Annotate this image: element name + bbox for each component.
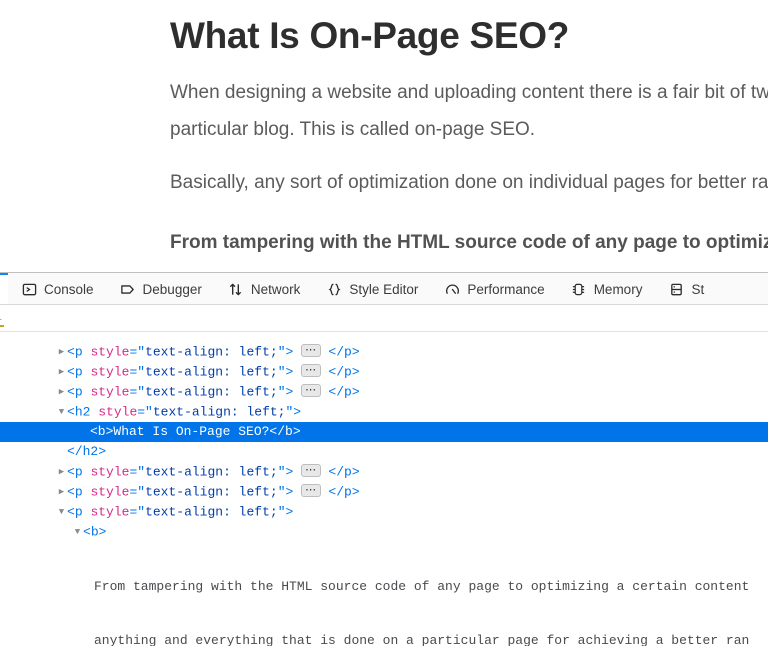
page-paragraph-1-line-1: When designing a website and uploading c…	[170, 81, 768, 103]
attr-value: text-align: left;	[152, 404, 286, 420]
devtools-tabbar: ector Console Debugger	[0, 273, 768, 305]
devtools-breadcrumb-bar: l	[0, 305, 768, 332]
tab-memory[interactable]: Memory	[558, 273, 656, 304]
tab-network-label: Network	[250, 282, 301, 297]
tag-name: p	[74, 344, 83, 360]
attr-name: style	[90, 484, 130, 500]
markup-row-clipped-top[interactable]: <p style="text-align: left;;"> ⋯ </p>	[0, 332, 768, 342]
page-paragraph-2: Basically, any sort of optimization done…	[170, 171, 768, 193]
tag-name: p	[74, 484, 83, 500]
markup-row[interactable]: <p style="text-align: left;"> ⋯ </p>	[0, 362, 768, 382]
tag-name: p	[74, 364, 83, 380]
twisty-icon[interactable]	[56, 462, 67, 482]
page-paragraph-3-line-1: From tampering with the HTML source code…	[170, 231, 768, 253]
tab-style-editor[interactable]: Style Editor	[313, 273, 431, 304]
memory-icon	[571, 282, 587, 298]
attr-name: style	[90, 364, 130, 380]
devtools-panel: ector Console Debugger	[0, 272, 768, 646]
attr-name: style	[90, 384, 130, 400]
markup-row-p-open[interactable]: <p style="text-align: left;">	[0, 502, 768, 522]
tab-inspector[interactable]: ector	[0, 273, 9, 304]
twisty-icon[interactable]	[56, 362, 67, 382]
tab-debugger[interactable]: Debugger	[107, 273, 215, 304]
attr-name: style	[90, 464, 130, 480]
tab-performance[interactable]: Performance	[431, 273, 557, 304]
debugger-icon	[120, 282, 136, 298]
close-tag: </p>	[328, 344, 360, 360]
console-icon	[21, 282, 37, 298]
close-tag-h2: </h2>	[67, 444, 107, 459]
tag-name: p	[74, 504, 83, 520]
tab-network[interactable]: Network	[215, 273, 314, 304]
attr-value: text-align: left;	[145, 364, 278, 380]
screenshot-root: What Is On-Page SEO? When designing a we…	[0, 0, 768, 646]
tab-debugger-label: Debugger	[142, 282, 202, 297]
page-heading: What Is On-Page SEO?	[170, 15, 569, 56]
tab-storage[interactable]: St	[655, 273, 717, 304]
tab-memory-label: Memory	[593, 282, 643, 297]
markup-tree[interactable]: <p style="text-align: left;;"> ⋯ </p> <p…	[0, 332, 768, 646]
ellipsis-badge[interactable]: ⋯	[301, 344, 321, 358]
breadcrumb-item[interactable]: l	[0, 310, 5, 327]
twisty-icon[interactable]	[56, 502, 67, 522]
close-tag: </p>	[328, 464, 360, 480]
tab-performance-label: Performance	[467, 282, 545, 297]
attr-value: text-align: left;	[145, 344, 278, 360]
web-page-viewport: What Is On-Page SEO? When designing a we…	[0, 0, 768, 272]
close-tag: </p>	[328, 364, 360, 380]
markup-row-h2-close[interactable]: </h2>	[0, 442, 768, 462]
attr-value: text-align: left;	[145, 384, 278, 400]
attr-name: style	[90, 344, 130, 360]
style-editor-icon	[326, 282, 342, 298]
attr-name: style	[98, 404, 138, 420]
tag-name: b	[90, 524, 99, 540]
network-icon	[228, 282, 244, 298]
tag-name: h2	[74, 404, 91, 420]
markup-row[interactable]: <p style="text-align: left;"> ⋯ </p>	[0, 342, 768, 362]
ellipsis-badge[interactable]: ⋯	[301, 364, 321, 378]
tag-name: p	[74, 464, 83, 480]
selected-node-markup: <b>What Is On-Page SEO?</b>	[90, 424, 301, 439]
twisty-icon[interactable]	[72, 522, 83, 542]
page-paragraph-1-line-2: particular blog. This is called on-page …	[170, 118, 536, 140]
close-tag: </p>	[328, 484, 360, 500]
markup-row-selected[interactable]: <b>What Is On-Page SEO?</b>	[0, 422, 768, 442]
page-paragraph-3-bold: From tampering with the HTML source code…	[170, 225, 768, 261]
markup-row[interactable]: <p style="text-align: left;"> ⋯ </p>	[0, 482, 768, 502]
page-content: What Is On-Page SEO? When designing a we…	[0, 0, 768, 261]
attr-name: style	[90, 504, 130, 520]
close-tag: </p>	[328, 384, 360, 400]
attr-value: text-align: left;	[145, 504, 278, 520]
ellipsis-badge[interactable]: ⋯	[301, 484, 321, 498]
performance-icon	[444, 282, 460, 298]
twisty-icon[interactable]	[56, 382, 67, 402]
twisty-icon[interactable]	[56, 402, 67, 422]
ellipsis-badge[interactable]: ⋯	[301, 384, 321, 398]
tab-console-label: Console	[44, 282, 94, 297]
markup-row-h2-open[interactable]: <h2 style="text-align: left;">	[0, 402, 768, 422]
markup-text-node[interactable]: From tampering with the HTML source code…	[0, 542, 768, 646]
markup-row[interactable]: <p style="text-align: left;"> ⋯ </p>	[0, 462, 768, 482]
attr-value: text-align: left;	[145, 464, 278, 480]
ellipsis-badge[interactable]: ⋯	[301, 464, 321, 478]
text-node-line-1: From tampering with the HTML source code…	[94, 579, 750, 594]
storage-icon	[668, 282, 684, 298]
tag-name: p	[74, 384, 83, 400]
markup-row[interactable]: <p style="text-align: left;"> ⋯ </p>	[0, 382, 768, 402]
twisty-icon[interactable]	[56, 342, 67, 362]
tab-style-editor-label: Style Editor	[349, 282, 419, 297]
tab-console[interactable]: Console	[8, 273, 107, 304]
text-node-line-2: anything and everything that is done on …	[94, 633, 750, 646]
twisty-icon[interactable]	[56, 482, 67, 502]
markup-row-b-open[interactable]: <b>	[0, 522, 768, 542]
tab-storage-label: St	[691, 282, 705, 297]
attr-value: text-align: left;	[145, 484, 278, 500]
